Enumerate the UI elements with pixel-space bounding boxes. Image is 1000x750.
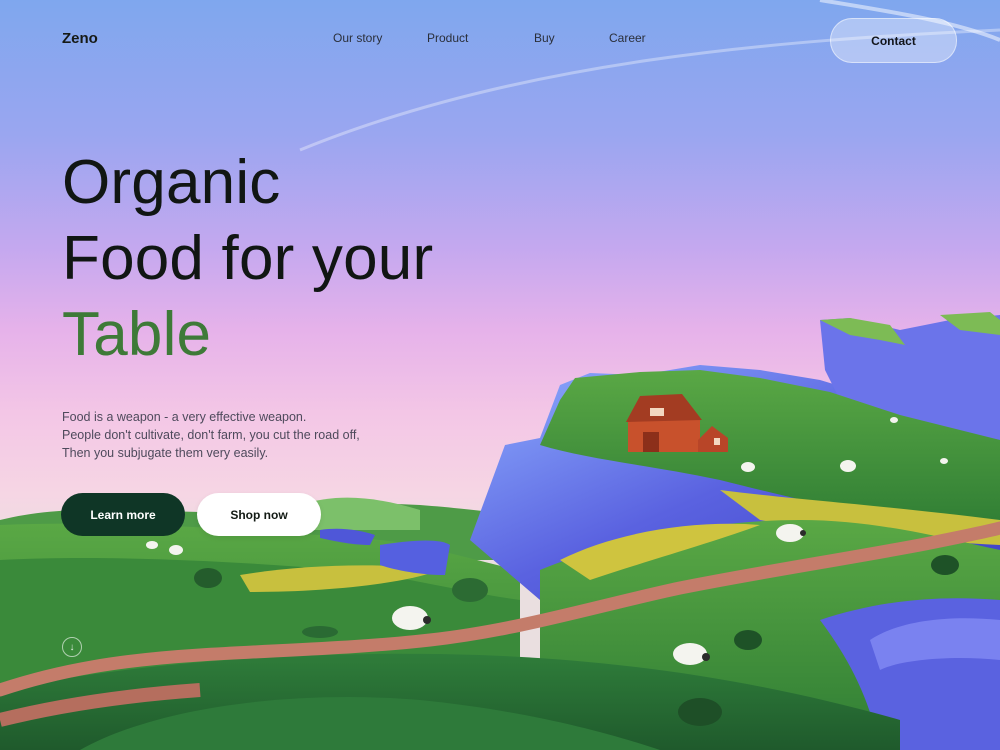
contact-button[interactable]: Contact [830, 18, 957, 63]
hero-title: Organic Food for your Table [62, 145, 433, 373]
hero-title-line-2: Food for your [62, 224, 434, 293]
hero-description-line-1: Food is a weapon - a very effective weap… [62, 409, 307, 424]
scroll-down-button[interactable]: ↓ [62, 637, 82, 657]
shop-now-button[interactable]: Shop now [197, 493, 321, 536]
hero-title-line-3: Table [62, 300, 212, 369]
landscape-illustration [0, 0, 1000, 750]
nav-link-buy[interactable]: Buy [534, 31, 555, 45]
nav-link-our-story[interactable]: Our story [333, 31, 382, 45]
hero-description-line-3: Then you subjugate them very easily. [62, 445, 269, 460]
hero-section: Organic Food for your Table [62, 145, 433, 373]
brand-logo[interactable]: Zeno [62, 30, 98, 47]
top-navigation: Zeno Our story Product Buy Career Contac… [0, 0, 1000, 80]
hero-description: Food is a weapon - a very effective weap… [62, 408, 360, 462]
hero-description-line-2: People don't cultivate, don't farm, you … [62, 427, 360, 442]
nav-link-career[interactable]: Career [609, 31, 646, 45]
nav-link-product[interactable]: Product [427, 31, 468, 45]
hero-title-line-1: Organic [62, 148, 281, 217]
arrow-down-icon: ↓ [69, 641, 75, 653]
learn-more-button[interactable]: Learn more [61, 493, 185, 536]
